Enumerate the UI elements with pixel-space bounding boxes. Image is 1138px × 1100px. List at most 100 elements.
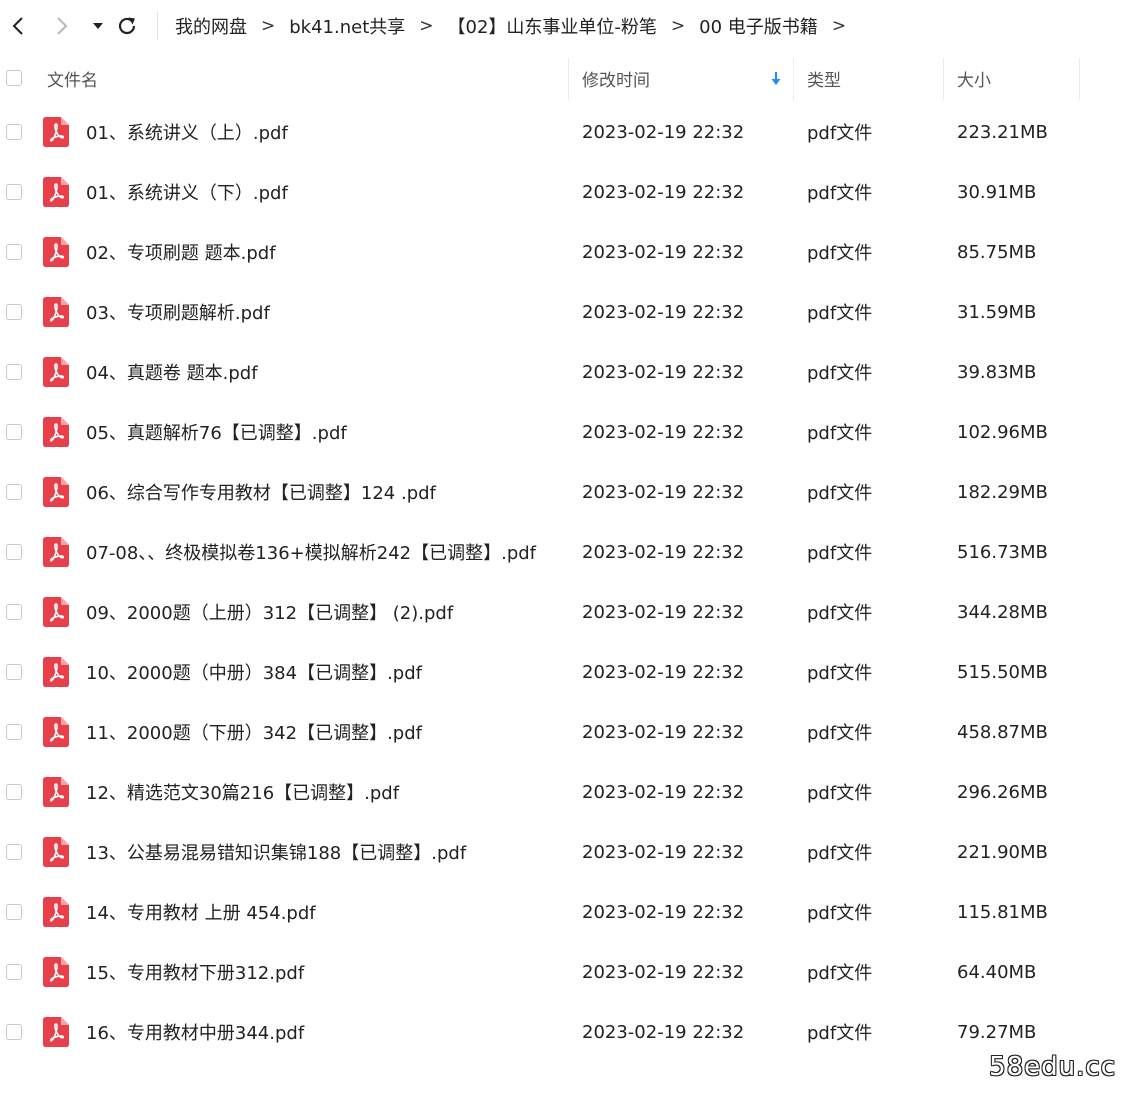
forward-button[interactable] [48,10,76,42]
file-modified-time: 2023-02-19 22:32 [582,601,745,623]
file-name: 06、综合写作专用教材【已调整】124 .pdf [86,483,436,504]
file-type: pdf文件 [807,123,873,144]
row-checkbox[interactable] [6,124,22,140]
file-modified-time: 2023-02-19 22:32 [582,661,745,683]
file-size: 30.91MB [957,181,1037,203]
file-size: 102.96MB [957,421,1048,443]
toolbar-divider [157,12,158,40]
file-name: 12、精选范文30篇216【已调整】.pdf [86,783,400,804]
column-header: 文件名 修改时间 类型 大小 [0,52,1138,104]
file-row[interactable]: 06、综合写作专用教材【已调整】124 .pdf 2023-02-19 22:32… [0,462,1138,522]
pdf-file-icon [43,177,69,207]
row-checkbox[interactable] [6,784,22,800]
row-checkbox[interactable] [6,184,22,200]
row-checkbox[interactable] [6,364,22,380]
file-modified-time: 2023-02-19 22:32 [582,901,745,923]
file-row[interactable]: 02、专项刷题 题本.pdf 2023-02-19 22:32 pdf文件 85.75… [0,222,1138,282]
breadcrumb-item-current-folder[interactable]: 00 电子版书籍 [699,13,818,39]
column-header-modified[interactable]: 修改时间 [582,52,650,104]
row-checkbox[interactable] [6,544,22,560]
pdf-file-icon [43,777,69,807]
column-divider[interactable] [943,58,944,100]
column-divider[interactable] [1079,58,1080,100]
column-header-type[interactable]: 类型 [807,52,841,104]
file-name: 16、专用教材中册344.pdf [86,1023,305,1044]
chevron-left-icon [12,17,23,35]
row-checkbox[interactable] [6,484,22,500]
refresh-button[interactable] [113,10,141,42]
file-row[interactable]: 09、2000题（上册）312【已调整】 (2).pdf 2023-02-19 2… [0,582,1138,642]
file-size: 344.28MB [957,601,1048,623]
file-row[interactable]: 15、专用教材下册312.pdf 2023-02-19 22:32 pdf文件 64.… [0,942,1138,1002]
column-divider[interactable] [793,58,794,100]
column-divider[interactable] [568,58,569,100]
pdf-file-icon [43,297,69,327]
file-modified-time: 2023-02-19 22:32 [582,421,745,443]
row-checkbox[interactable] [6,844,22,860]
row-checkbox[interactable] [6,664,22,680]
row-checkbox[interactable] [6,1024,22,1040]
row-checkbox[interactable] [6,604,22,620]
file-row[interactable]: 05、真题解析76【已调整】.pdf 2023-02-19 22:32 pdf文件 1… [0,402,1138,462]
column-header-name[interactable]: 文件名 [47,52,98,104]
file-size: 39.83MB [957,361,1037,383]
row-checkbox[interactable] [6,244,22,260]
file-type: pdf文件 [807,243,873,264]
file-row[interactable]: 14、专用教材 上册 454.pdf 2023-02-19 22:32 pdf文件 1… [0,882,1138,942]
select-all-checkbox[interactable] [6,70,22,86]
arrow-down-icon [771,72,781,85]
file-name: 13、公基易混易错知识集锦188【已调整】.pdf [86,843,467,864]
file-type: pdf文件 [807,723,873,744]
pdf-file-icon [43,537,69,567]
file-type: pdf文件 [807,843,873,864]
file-row[interactable]: 13、公基易混易错知识集锦188【已调整】.pdf 2023-02-19 22:3… [0,822,1138,882]
file-row[interactable]: 01、系统讲义（下）.pdf 2023-02-19 22:32 pdf文件 30.91… [0,162,1138,222]
file-row[interactable]: 16、专用教材中册344.pdf 2023-02-19 22:32 pdf文件 79.… [0,1002,1138,1062]
file-row[interactable]: 07-08、、终极模拟卷136+模拟解析242【已调整】.pdf 2023-02-… [0,522,1138,582]
file-modified-time: 2023-02-19 22:32 [582,781,745,803]
pdf-file-icon [43,717,69,747]
file-row[interactable]: 03、专项刷题解析.pdf 2023-02-19 22:32 pdf文件 31.59M… [0,282,1138,342]
file-type: pdf文件 [807,603,873,624]
column-header-size[interactable]: 大小 [957,52,991,104]
file-modified-time: 2023-02-19 22:32 [582,301,745,323]
file-name: 03、专项刷题解析.pdf [86,303,270,324]
row-checkbox[interactable] [6,724,22,740]
file-type: pdf文件 [807,1023,873,1044]
row-checkbox[interactable] [6,904,22,920]
row-checkbox[interactable] [6,424,22,440]
row-checkbox[interactable] [6,964,22,980]
file-type: pdf文件 [807,483,873,504]
pdf-file-icon [43,1017,69,1047]
breadcrumb-item-share[interactable]: bk41.net共享 [289,13,405,39]
breadcrumb-item-course[interactable]: 【02】山东事业单位-粉笔 [448,13,657,39]
file-modified-time: 2023-02-19 22:32 [582,1021,745,1043]
file-row[interactable]: 10、2000题（中册）384【已调整】.pdf 2023-02-19 22:32… [0,642,1138,702]
file-row[interactable]: 11、2000题（下册）342【已调整】.pdf 2023-02-19 22:32… [0,702,1138,762]
file-modified-time: 2023-02-19 22:32 [582,121,745,143]
pdf-file-icon [43,417,69,447]
history-dropdown-button[interactable] [84,10,112,42]
row-checkbox[interactable] [6,304,22,320]
file-modified-time: 2023-02-19 22:32 [582,361,745,383]
file-row[interactable]: 04、真题卷 题本.pdf 2023-02-19 22:32 pdf文件 39.83M… [0,342,1138,402]
file-name: 07-08、、终极模拟卷136+模拟解析242【已调整】.pdf [86,543,537,564]
file-type: pdf文件 [807,423,873,444]
file-row[interactable]: 12、精选范文30篇216【已调整】.pdf 2023-02-19 22:32 pd… [0,762,1138,822]
sort-descending-icon[interactable] [770,52,782,104]
file-name: 01、系统讲义（下）.pdf [86,183,288,204]
breadcrumb-item-my-drive[interactable]: 我的网盘 [175,13,247,39]
file-row[interactable]: 01、系统讲义（上）.pdf 2023-02-19 22:32 pdf文件 223.2… [0,102,1138,162]
breadcrumb: 我的网盘 > bk41.net共享 > 【02】山东事业单位-粉笔 > 00 电… [175,0,860,52]
back-button[interactable] [4,10,32,42]
breadcrumb-separator[interactable]: > [832,16,846,36]
pdf-file-icon [43,477,69,507]
watermark: 58edu.cc [989,1052,1116,1082]
refresh-icon [118,17,136,35]
breadcrumb-separator: > [419,16,434,36]
file-name: 04、真题卷 题本.pdf [86,363,258,384]
caret-down-icon [93,23,103,29]
file-name: 09、2000题（上册）312【已调整】 (2).pdf [86,603,454,624]
file-size: 221.90MB [957,841,1048,863]
pdf-file-icon [43,117,69,147]
